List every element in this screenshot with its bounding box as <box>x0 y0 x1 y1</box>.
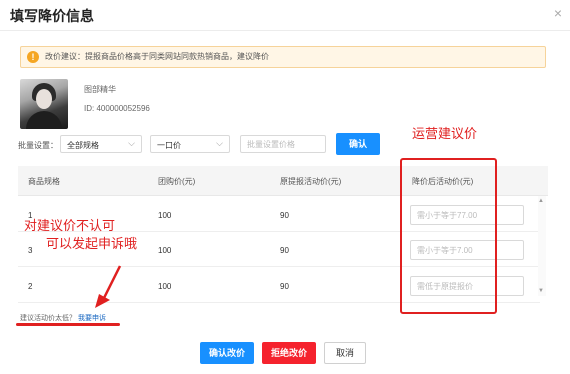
annotation-underline <box>16 323 120 326</box>
product-image <box>20 79 68 129</box>
notice-bar: ! 改价建议：提报商品价格高于同类网站同款热销商品，建议降价 <box>20 46 546 68</box>
appeal-link[interactable]: 我要申诉 <box>78 315 106 322</box>
appeal-question: 建议活动价太低？ <box>20 315 76 322</box>
cancel-button[interactable]: 取消 <box>324 342 366 364</box>
row-group-price: 100 <box>158 211 172 220</box>
price-type-select-value: 一口价 <box>157 141 181 150</box>
reject-price-change-button[interactable]: 拒绝改价 <box>262 342 316 364</box>
column-header-group-price: 团购价(元) <box>158 177 196 186</box>
row-original-price: 90 <box>280 246 289 255</box>
scroll-up-icon[interactable]: ▲ <box>538 198 544 204</box>
close-icon[interactable]: × <box>554 6 562 20</box>
title-divider <box>0 30 570 31</box>
annotation-appeal-hint: 对建议价不认可 可以发起申诉哦 <box>24 217 137 253</box>
annotation-highlight-box <box>400 158 497 314</box>
dialog-title: 填写降价信息 <box>10 8 94 24</box>
table-scrollbar[interactable] <box>538 196 546 296</box>
price-type-select[interactable]: 一口价 ⌵ <box>150 135 230 153</box>
batch-confirm-button[interactable]: 确认 <box>336 133 380 155</box>
chevron-down-icon: ⌵ <box>216 138 223 148</box>
spec-select[interactable]: 全部规格 ⌵ <box>60 135 142 153</box>
product-id: ID: 400000052596 <box>84 104 150 113</box>
annotation-appeal-line1: 对建议价不认可 <box>24 218 116 233</box>
row-group-price: 100 <box>158 246 172 255</box>
column-header-original-price: 原提报活动价(元) <box>280 177 342 186</box>
row-original-price: 90 <box>280 282 289 291</box>
scroll-down-icon[interactable]: ▼ <box>538 288 544 294</box>
batch-price-input[interactable] <box>240 135 326 153</box>
confirm-price-change-button[interactable]: 确认改价 <box>200 342 254 364</box>
exclamation-icon: ! <box>27 51 39 63</box>
batch-settings-label: 批量设置： <box>18 141 58 150</box>
row-group-price: 100 <box>158 282 172 291</box>
appeal-prompt: 建议活动价太低？ 我要申诉 <box>20 313 106 323</box>
spec-select-value: 全部规格 <box>67 141 99 150</box>
row-original-price: 90 <box>280 211 289 220</box>
chevron-down-icon: ⌵ <box>128 138 135 148</box>
annotation-appeal-line2: 可以发起申诉哦 <box>46 236 138 251</box>
annotation-arrow-icon <box>95 265 122 308</box>
product-name: 图部精华 <box>84 85 116 94</box>
row-spec: 2 <box>28 282 33 291</box>
column-header-spec: 商品规格 <box>28 177 60 186</box>
annotation-suggested-price: 运营建议价 <box>412 126 478 141</box>
notice-text: 改价建议：提报商品价格高于同类网站同款热销商品，建议降价 <box>45 52 269 61</box>
